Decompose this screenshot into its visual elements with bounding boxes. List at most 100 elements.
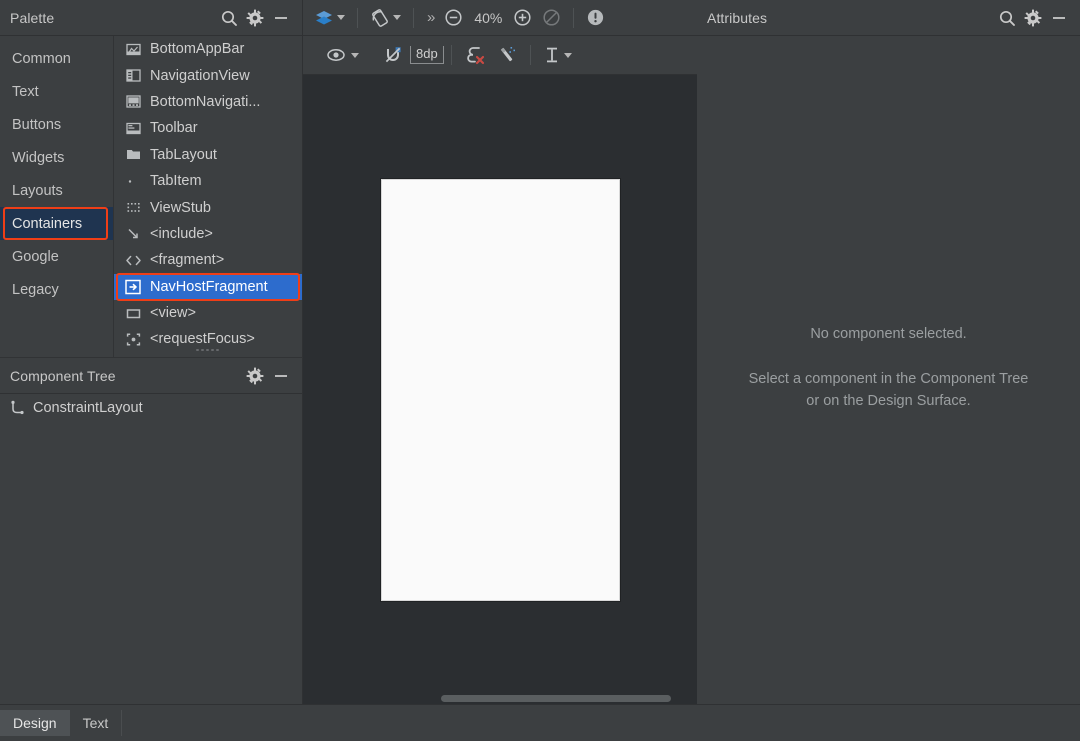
tab-item-icon [122, 172, 144, 190]
palette-item-bottomappbar[interactable]: BottomAppBar [114, 36, 302, 62]
palette-category-buttons[interactable]: Buttons [0, 108, 113, 141]
chevron-down-icon [351, 52, 359, 58]
attributes-title: Attributes [707, 9, 768, 26]
attributes-empty-state: No component selected. Select a componen… [697, 36, 1080, 704]
palette-item-navhostfragment[interactable]: NavHostFragment [114, 272, 302, 301]
palette-item-label: NavigationView [150, 67, 250, 84]
minimize-icon[interactable] [1046, 5, 1072, 31]
zoom-in-button[interactable] [510, 5, 535, 31]
palette-category-containers[interactable]: Containers [0, 207, 113, 240]
infer-constraints-button[interactable] [493, 42, 521, 68]
category-label: Google [12, 248, 59, 265]
gear-icon[interactable] [1020, 5, 1046, 31]
editor-mode-tabs: Design Text [0, 704, 1080, 741]
toolbar-icon [122, 119, 144, 137]
palette-header: Palette [0, 0, 302, 36]
palette-item-label: ViewStub [150, 199, 211, 216]
minimize-icon[interactable] [268, 5, 294, 31]
palette-category-common[interactable]: Common [0, 42, 113, 75]
attributes-empty-secondary: Select a component in the Component Tree… [748, 371, 1029, 409]
palette-category-text[interactable]: Text [0, 75, 113, 108]
device-preview[interactable] [381, 179, 620, 601]
palette-item-fragment[interactable]: <fragment> [114, 247, 302, 273]
nav-host-fragment-icon [122, 278, 144, 296]
palette-item-label: BottomNavigati... [150, 93, 261, 110]
palette-item-toolbar[interactable]: Toolbar [114, 115, 302, 141]
component-tree-header: Component Tree [0, 358, 302, 394]
component-tree-title: Component Tree [10, 367, 116, 384]
category-label: Containers [12, 215, 83, 232]
tab-layout-icon [122, 146, 144, 164]
chevron-down-icon [563, 52, 572, 58]
constraints-toolbar: 8dp [303, 36, 697, 75]
zoom-level-label: 40% [474, 9, 503, 26]
fragment-icon [122, 251, 144, 269]
zoom-out-button[interactable] [441, 5, 466, 31]
palette-category-widgets[interactable]: Widgets [0, 141, 113, 174]
palette-category-layouts[interactable]: Layouts [0, 174, 113, 207]
palette-item-label: TabLayout [150, 146, 217, 163]
zoom-to-fit-button[interactable] [539, 5, 564, 31]
attributes-panel: Attributes No component selected. Select… [697, 0, 1080, 704]
search-icon[interactable] [216, 5, 242, 31]
component-tree-panel: Component Tree ConstraintLayout [0, 357, 303, 704]
clear-constraints-button[interactable] [461, 42, 489, 68]
component-tree-body[interactable]: ConstraintLayout [0, 394, 302, 704]
design-surface-toolbar: » 40% [303, 0, 697, 36]
palette-item-tabitem[interactable]: TabItem [114, 168, 302, 194]
toolbar-separator [357, 7, 358, 28]
palette-item-navigationview[interactable]: NavigationView [114, 62, 302, 88]
gear-icon[interactable] [242, 363, 268, 389]
palette-item-bottomnavigationview[interactable]: BottomNavigati... [114, 89, 302, 115]
palette-item-label: <view> [150, 305, 196, 322]
palette-item-viewstub[interactable]: ViewStub [114, 194, 302, 220]
palette-item-label: <fragment> [150, 252, 225, 269]
palette-item-include[interactable]: <include> [114, 221, 302, 247]
chevron-down-icon [393, 15, 401, 20]
attributes-empty-primary: No component selected. [810, 326, 967, 342]
palette-category-legacy[interactable]: Legacy [0, 273, 113, 306]
category-label: Legacy [12, 281, 59, 298]
palette-item-view[interactable]: <view> [114, 300, 302, 326]
toolbar-separator [450, 45, 452, 65]
design-surface-panel: » 40% 8dp [303, 0, 697, 704]
palette-item-label: Toolbar [150, 120, 198, 137]
view-options-button[interactable] [323, 42, 362, 68]
default-margin-value[interactable]: 8dp [410, 46, 444, 64]
palette-title: Palette [10, 9, 55, 26]
attributes-header: Attributes [697, 0, 1080, 36]
palette-item-label: TabItem [150, 173, 202, 190]
gear-icon[interactable] [242, 5, 268, 31]
orientation-button[interactable] [367, 5, 404, 31]
tab-separator [121, 710, 123, 736]
category-label: Widgets [12, 149, 65, 166]
palette-category-google[interactable]: Google [0, 240, 113, 273]
toolbar-separator [529, 45, 531, 65]
issues-warning-icon[interactable] [583, 5, 608, 31]
chevron-down-icon [337, 15, 345, 20]
view-stub-icon [122, 199, 144, 217]
include-icon [122, 225, 144, 243]
palette-item-list[interactable]: BottomAppBar NavigationView BottomNaviga… [114, 36, 302, 357]
design-mode-button[interactable] [311, 5, 348, 31]
palette-item-tablayout[interactable]: TabLayout [114, 142, 302, 168]
tree-node-constraintlayout[interactable]: ConstraintLayout [0, 394, 302, 422]
minimize-icon[interactable] [268, 363, 294, 389]
view-icon [122, 304, 144, 322]
align-button[interactable] [540, 42, 575, 68]
palette-resize-grip[interactable] [114, 345, 302, 355]
canvas-horizontal-scrollbar[interactable] [441, 695, 671, 702]
tree-node-label: ConstraintLayout [33, 400, 143, 416]
search-icon[interactable] [994, 5, 1020, 31]
palette-item-label: NavHostFragment [150, 278, 268, 295]
toolbar-separator [413, 7, 414, 28]
design-canvas[interactable] [303, 76, 697, 704]
toolbar-overflow-button[interactable]: » [423, 5, 437, 31]
tab-text[interactable]: Text [70, 710, 122, 736]
android-studio-layout-editor: Palette Common Text Buttons Widgets Layo… [0, 0, 1080, 741]
category-label: Text [12, 83, 39, 100]
tab-design[interactable]: Design [0, 710, 70, 736]
category-label: Common [12, 50, 71, 67]
palette-panel: Palette Common Text Buttons Widgets Layo… [0, 0, 303, 357]
autoconnect-toggle-button[interactable] [380, 42, 406, 68]
